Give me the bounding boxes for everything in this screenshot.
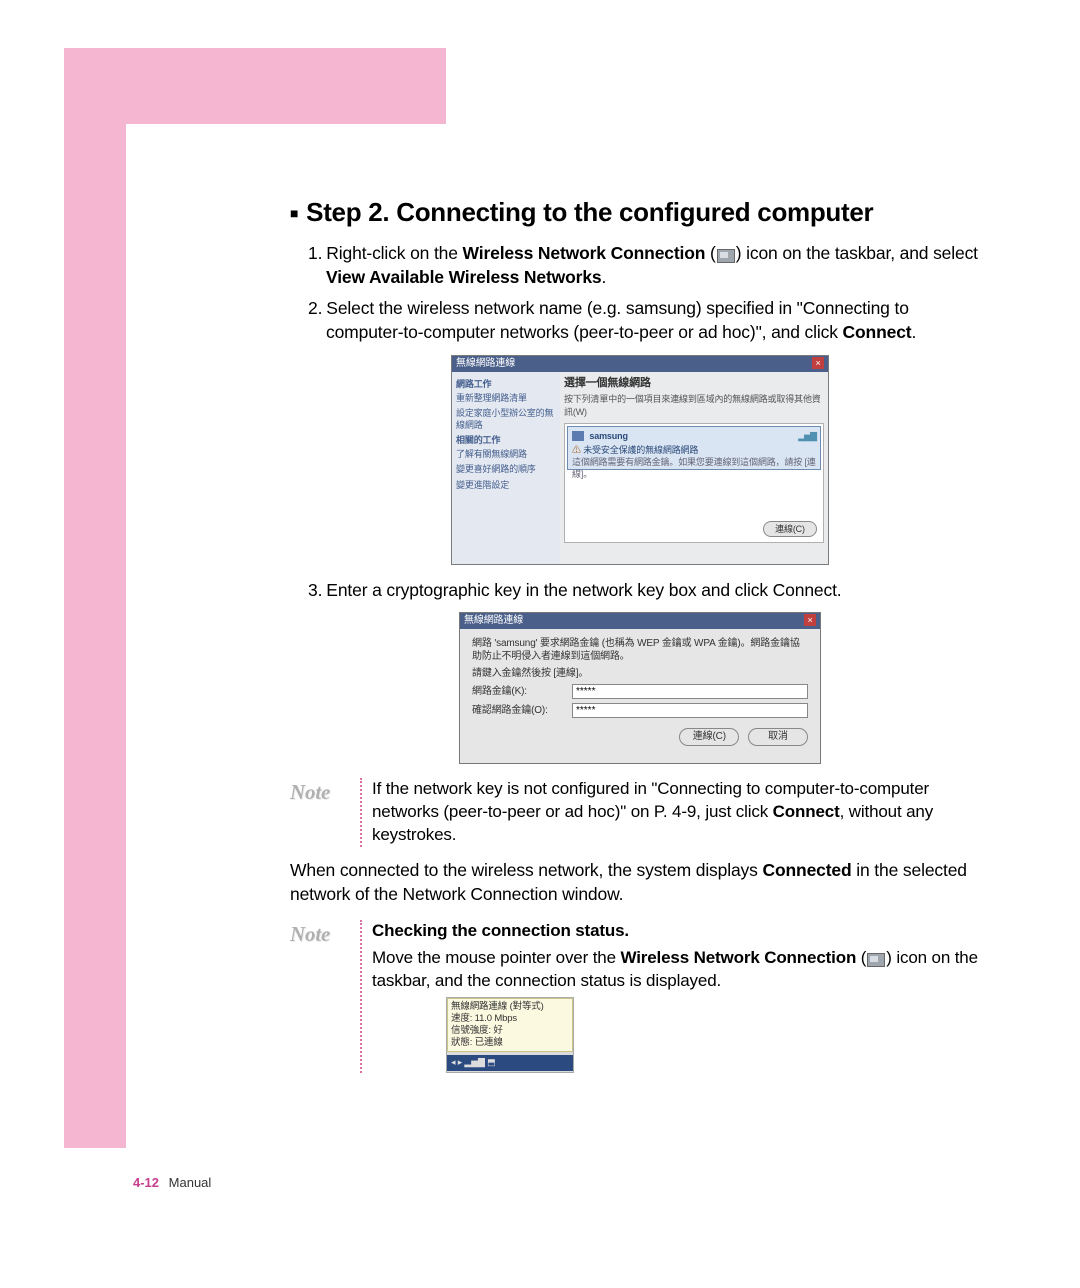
page-accent-vertical <box>64 48 126 1148</box>
dialog2-message2: 請鍵入金鑰然後按 [連線]。 <box>472 667 808 680</box>
sidebar-group-related: 相關的工作 <box>456 434 556 446</box>
note-body: Checking the connection status. Move the… <box>372 920 990 1073</box>
confirm-key-label: 確認網路金鑰(O): <box>472 704 572 718</box>
dialog-main-heading: 選擇一個無線網路 <box>564 376 824 391</box>
bold-view-available: View Available Wireless Networks <box>326 267 602 287</box>
connected-paragraph: When connected to the wireless network, … <box>290 859 990 906</box>
sidebar-item-advanced[interactable]: 變更進階設定 <box>456 479 556 491</box>
footer-label: Manual <box>169 1175 212 1190</box>
note-label: Note <box>290 920 364 1073</box>
tooltip-line1: 無線網路連線 (對等式) <box>451 1001 569 1013</box>
page-footer: 4-12 Manual <box>133 1175 211 1190</box>
dialog-title: 無線網路連線 <box>456 357 515 371</box>
sidebar-item-learn[interactable]: 了解有關無線網路 <box>456 448 556 460</box>
taskbar-tooltip-screenshot: 無線網路連線 (對等式) 速度: 11.0 Mbps 信號強度: 好 狀態: 已… <box>446 997 574 1073</box>
network-list: samsung ▂▅▇ ⚠ 未受安全保護的無線網路網路 這個網路需要有網路金鑰。… <box>564 423 824 543</box>
network-item-samsung[interactable]: samsung ▂▅▇ ⚠ 未受安全保護的無線網路網路 這個網路需要有網路金鑰。… <box>567 426 821 470</box>
step-heading: ■ Step 2. Connecting to the configured co… <box>290 195 990 230</box>
wireless-icon <box>867 953 885 967</box>
dialog-main: 選擇一個無線網路 按下列清單中的一個項目來連線到區域內的無線網路或取得其他資訊(… <box>560 372 828 564</box>
wireless-dialog-screenshot: 無線網路連線 × 網路工作 重新整理網路清單 設定家庭小型辦公室的無線網路 相關… <box>451 355 829 565</box>
page-accent-top <box>126 48 446 124</box>
network-key-input[interactable] <box>572 684 808 699</box>
dialog-titlebar: 無線網路連線 × <box>452 356 828 372</box>
bold-connect: Connect <box>843 322 912 342</box>
note-block-2: Note Checking the connection status. Mov… <box>290 920 990 1073</box>
note-body: If the network key is not configured in … <box>372 778 990 847</box>
network-name: samsung <box>589 431 627 441</box>
instruction-list: 1.Right-click on the Wireless Network Co… <box>290 242 990 345</box>
step-3: 3.Enter a cryptographic key in the netwo… <box>308 579 990 603</box>
confirm-key-input[interactable] <box>572 703 808 718</box>
page-number: 4-12 <box>133 1175 159 1190</box>
dialog-main-sub: 按下列清單中的一個項目來連線到區域內的無線網路或取得其他資訊(W) <box>564 393 824 417</box>
note-block-1: Note If the network key is not configure… <box>290 778 990 847</box>
cancel-button[interactable]: 取消 <box>748 728 808 746</box>
network-note-unsecured: 未受安全保護的無線網路網路 <box>583 445 698 455</box>
dialog2-titlebar: 無線網路連線 × <box>460 613 820 629</box>
signal-icon: ▂▅▇ <box>798 430 816 442</box>
sidebar-item-order[interactable]: 變更喜好網路的順序 <box>456 463 556 475</box>
dialog-sidebar: 網路工作 重新整理網路清單 設定家庭小型辦公室的無線網路 相關的工作 了解有關無… <box>452 372 560 564</box>
note-divider <box>360 920 362 1073</box>
sidebar-item-setup[interactable]: 設定家庭小型辦公室的無線網路 <box>456 407 556 431</box>
note-label: Note <box>290 778 364 847</box>
taskbar-icon: ◂ ▸ ▂▅▇ ⬒ <box>447 1055 573 1071</box>
network-key-label: 網路金鑰(K): <box>472 685 572 699</box>
dialog2-message1: 網路 'samsung' 要求網路金鑰 (也稱為 WEP 金鑰或 WPA 金鑰)… <box>472 637 808 663</box>
step-1: 1.Right-click on the Wireless Network Co… <box>308 242 990 289</box>
network-icon <box>572 431 584 441</box>
bold-wnc: Wireless Network Connection <box>463 243 706 263</box>
sidebar-group-network-tasks: 網路工作 <box>456 378 556 390</box>
note2-subtitle: Checking the connection status. <box>372 920 990 943</box>
step-heading-text: Step 2. Connecting to the configured com… <box>306 197 873 227</box>
step-2: 2.Select the wireless network name (e.g.… <box>308 297 990 344</box>
network-key-dialog-screenshot: 無線網路連線 × 網路 'samsung' 要求網路金鑰 (也稱為 WEP 金鑰… <box>459 612 821 764</box>
tooltip-line2: 速度: 11.0 Mbps <box>451 1013 569 1025</box>
tooltip-line4: 狀態: 已連線 <box>451 1037 569 1049</box>
wireless-icon <box>717 249 735 263</box>
square-bullet-icon: ■ <box>290 205 298 221</box>
page-content: ■ Step 2. Connecting to the configured co… <box>290 195 990 1077</box>
tooltip-line3: 信號強度: 好 <box>451 1025 569 1037</box>
close-icon[interactable]: × <box>804 614 816 626</box>
instruction-list-cont: 3.Enter a cryptographic key in the netwo… <box>290 579 990 603</box>
network-note-key: 這個網路需要有網路金鑰。如果您要連線到這個網路，請按 [連線]。 <box>572 456 816 480</box>
close-icon[interactable]: × <box>812 357 824 369</box>
connect-button[interactable]: 連線(C) <box>679 728 739 746</box>
sidebar-item-refresh[interactable]: 重新整理網路清單 <box>456 392 556 404</box>
dialog2-title: 無線網路連線 <box>464 614 523 628</box>
connect-button[interactable]: 連線(C) <box>763 521 817 537</box>
note-divider <box>360 778 362 847</box>
